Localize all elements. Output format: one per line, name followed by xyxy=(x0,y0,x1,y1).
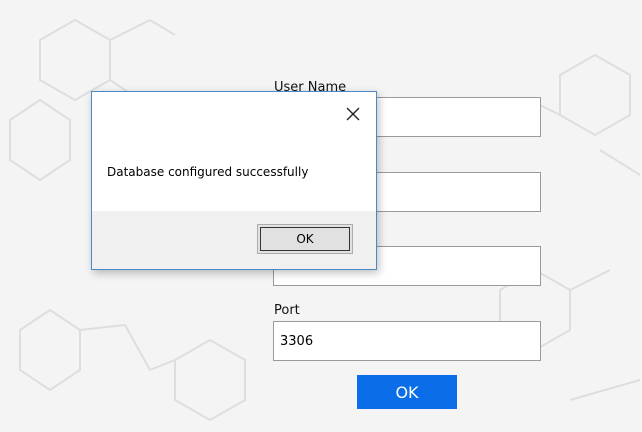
dialog-ok-button[interactable]: OK xyxy=(257,224,353,254)
dialog-footer: OK xyxy=(92,211,376,269)
port-label: Port xyxy=(274,303,300,318)
message-dialog: Database configured successfully OK xyxy=(91,91,377,270)
dialog-message: Database configured successfully xyxy=(107,165,309,179)
port-input[interactable] xyxy=(273,321,541,361)
ok-button[interactable]: OK xyxy=(357,375,457,409)
close-icon[interactable] xyxy=(344,105,362,123)
